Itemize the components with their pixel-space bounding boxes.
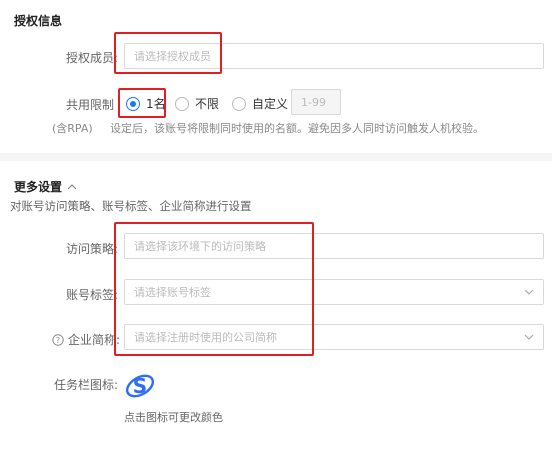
member-placeholder: 请选择授权成员 [134,50,211,63]
share-option-custom[interactable]: 自定义 [232,95,288,112]
access-policy-placeholder: 请选择该环境下的访问策略 [134,240,266,253]
taskbar-icon-label: 任务栏图标: [53,378,118,392]
chevron-down-icon [524,332,534,342]
share-limit-label: 共用限制 [65,98,114,112]
member-select[interactable]: 请选择授权成员 [124,43,544,69]
more-section-title: 更多设置 [14,180,63,194]
company-label: 企业简称: [68,333,121,347]
share-option-unlimited-label: 不限 [195,97,220,111]
access-policy-select[interactable]: 请选择该环境下的访问策略 [124,233,544,259]
account-tag-label: 账号标签: [65,288,118,302]
radio-unchecked-icon [232,96,246,111]
custom-limit-input[interactable]: 1-99 [291,89,341,115]
chevron-down-icon [524,287,534,297]
account-tag-select[interactable]: 请选择账号标签 [124,279,544,305]
company-label-group: ? 企业简称: [52,331,120,348]
section-divider [0,153,552,161]
radio-unchecked-icon [175,96,189,111]
share-option-custom-label: 自定义 [252,97,289,111]
radio-checked-icon [126,96,140,111]
more-settings-toggle[interactable]: 更多设置 [14,178,77,195]
auth-section-title: 授权信息 [14,14,63,28]
chevron-up-icon [67,183,77,189]
rpa-label: (含RPA) [52,122,93,135]
account-tag-placeholder: 请选择账号标签 [134,286,211,299]
taskbar-icon-hint: 点击图标可更改颜色 [124,411,223,424]
svg-text:S: S [133,374,147,398]
custom-limit-placeholder: 1-99 [301,95,326,109]
share-option-one[interactable]: 1名 [126,95,166,112]
share-option-one-label: 1名 [146,97,166,111]
share-limit-hint: 设定后，该账号将限制同时使用的名额。避免因多人同时访问触发人机校验。 [110,122,484,135]
company-placeholder: 请选择注册时使用的公司简称 [134,331,277,344]
help-circle-icon[interactable]: ? [52,333,64,346]
taskbar-logo-icon[interactable]: S [124,370,156,402]
company-select[interactable]: 请选择注册时使用的公司简称 [124,324,544,350]
more-section-description: 对账号访问策略、账号标签、企业简称进行设置 [10,199,252,213]
svg-text:?: ? [56,336,60,345]
share-option-unlimited[interactable]: 不限 [175,95,219,112]
access-policy-label: 访问策略: [65,242,118,256]
member-label: 授权成员: [65,51,118,65]
